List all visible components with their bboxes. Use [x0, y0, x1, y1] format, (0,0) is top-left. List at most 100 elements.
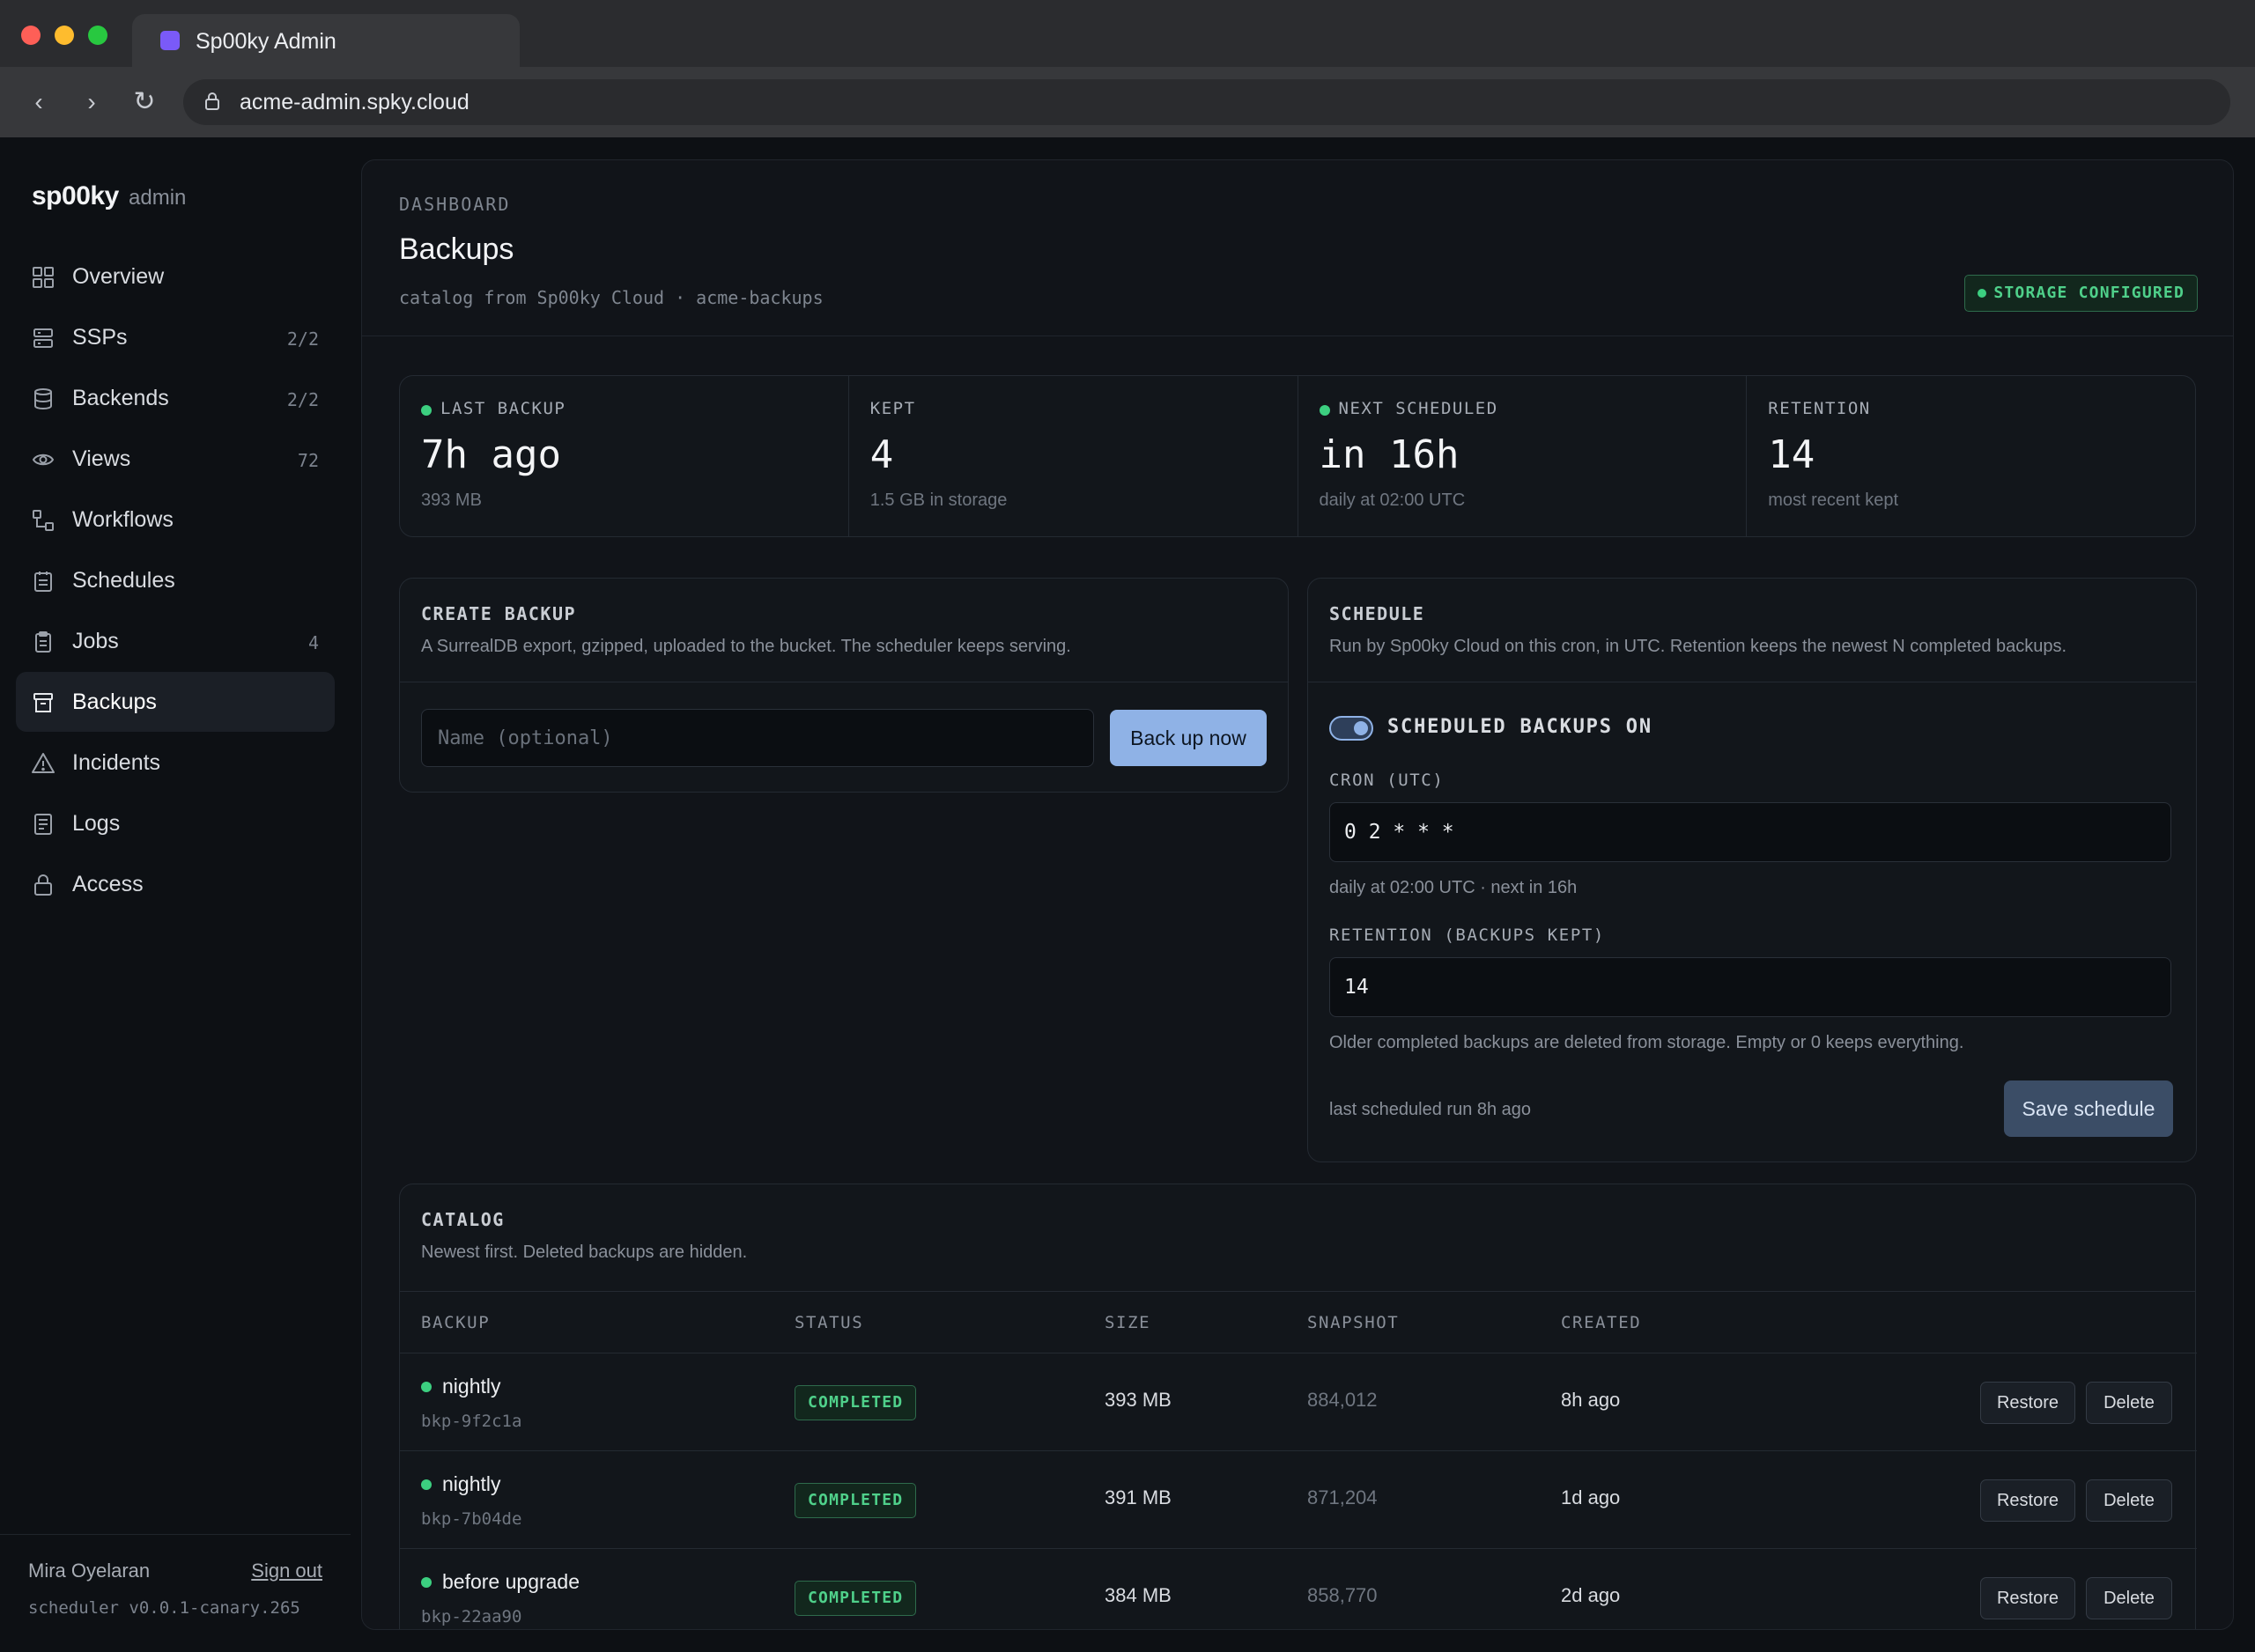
clipboard-icon: [35, 631, 51, 653]
stat-label: NEXT SCHEDULED: [1338, 399, 1498, 418]
backup-id: bkp-7b04de: [421, 1509, 522, 1529]
table-row: nightly bkp-9f2c1a COMPLETED 393 MB 884,…: [400, 1353, 2197, 1451]
favicon-icon: [160, 31, 180, 50]
backup-size: 393 MB: [1105, 1389, 1172, 1411]
cron-label: CRON (UTC): [1329, 771, 1445, 790]
forward-icon[interactable]: ›: [76, 86, 107, 118]
sidebar: sp00ky admin Overview SSPs 2/2 Backends …: [0, 137, 351, 1652]
storage-status-badge: STORAGE CONFIGURED: [1964, 275, 2198, 312]
sidebar-item-workflows[interactable]: Workflows: [16, 490, 335, 549]
document-icon: [34, 814, 52, 835]
stat-next-scheduled: NEXT SCHEDULED in 16h daily at 02:00 UTC: [1298, 376, 1748, 536]
backup-id: bkp-22aa90: [421, 1607, 522, 1626]
backup-name-input[interactable]: [421, 709, 1094, 767]
delete-button[interactable]: Delete: [2086, 1382, 2172, 1424]
column-header-status: STATUS: [795, 1313, 864, 1332]
sidebar-item-logs[interactable]: Logs: [16, 793, 335, 853]
sidebar-item-count: 2/2: [286, 328, 319, 350]
page-header: DASHBOARD Backups catalog from Sp00ky Cl…: [362, 160, 2233, 336]
column-header-snapshot: SNAPSHOT: [1307, 1313, 1400, 1332]
main-panel: DASHBOARD Backups catalog from Sp00ky Cl…: [361, 159, 2234, 1630]
card-title: CATALOG: [421, 1209, 505, 1230]
scheduled-backups-toggle[interactable]: [1329, 716, 1373, 741]
minimize-window-button[interactable]: [55, 26, 74, 45]
sidebar-item-access[interactable]: Access: [16, 854, 335, 914]
status-dot-icon: [1978, 289, 1987, 298]
breadcrumb: DASHBOARD: [399, 194, 511, 215]
reload-icon[interactable]: ↻: [129, 86, 160, 118]
sidebar-item-overview[interactable]: Overview: [16, 247, 335, 306]
delete-button[interactable]: Delete: [2086, 1577, 2172, 1619]
sidebar-item-backends[interactable]: Backends 2/2: [16, 368, 335, 428]
backup-created: 2d ago: [1561, 1584, 1621, 1606]
sidebar-item-label: Logs: [72, 811, 121, 836]
last-run-text: last scheduled run 8h ago: [1329, 1100, 1532, 1119]
sidebar-item-label: Workflows: [72, 507, 174, 532]
delete-button[interactable]: Delete: [2086, 1479, 2172, 1522]
sidebar-item-label: Incidents: [72, 750, 161, 775]
cron-help: daily at 02:00 UTC · next in 16h: [1329, 878, 1578, 897]
database-icon: [34, 388, 52, 410]
sidebar-item-count: 72: [297, 450, 319, 471]
close-window-button[interactable]: [21, 26, 41, 45]
restore-button[interactable]: Restore: [1980, 1577, 2075, 1619]
status-badge: COMPLETED: [795, 1483, 917, 1518]
table-body: nightly bkp-9f2c1a COMPLETED 393 MB 884,…: [400, 1353, 2197, 1629]
status-badge: COMPLETED: [795, 1581, 917, 1616]
address-bar[interactable]: acme-admin.spky.cloud: [183, 79, 2230, 125]
schedule-card: SCHEDULE Run by Sp00ky Cloud on this cro…: [1307, 578, 2197, 1162]
sidebar-item-label: Schedules: [72, 568, 175, 593]
backup-size: 391 MB: [1105, 1486, 1172, 1508]
sidebar-footer: Mira Oyelaran Sign out scheduler v0.0.1-…: [0, 1534, 351, 1652]
sidebar-item-schedules[interactable]: Schedules: [16, 550, 335, 610]
column-header-size: SIZE: [1105, 1313, 1151, 1332]
stat-label: RETENTION: [1768, 399, 1871, 418]
cron-input[interactable]: [1329, 802, 2171, 862]
user-name: Mira Oyelaran: [28, 1560, 151, 1582]
stat-value: 4: [869, 432, 894, 477]
card-header: CATALOG Newest first. Deleted backups ar…: [400, 1184, 2195, 1292]
stat-sub: 393 MB: [421, 490, 482, 510]
sign-out-link[interactable]: Sign out: [251, 1560, 322, 1582]
toggle-label: SCHEDULED BACKUPS ON: [1387, 716, 1652, 738]
retention-input[interactable]: [1329, 957, 2171, 1017]
save-schedule-button[interactable]: Save schedule: [2004, 1080, 2173, 1137]
back-up-now-button[interactable]: Back up now: [1110, 710, 1267, 766]
restore-button[interactable]: Restore: [1980, 1382, 2075, 1424]
sidebar-item-label: SSPs: [72, 325, 128, 350]
sidebar-nav: Overview SSPs 2/2 Backends 2/2 Views 72 …: [16, 247, 335, 915]
maximize-window-button[interactable]: [88, 26, 107, 45]
status-badge: COMPLETED: [795, 1385, 917, 1420]
backup-name: nightly: [442, 1472, 501, 1495]
calendar-icon: [34, 572, 52, 592]
back-icon[interactable]: ‹: [23, 86, 55, 118]
stat-retention: RETENTION 14 most recent kept: [1747, 376, 2195, 536]
backup-snapshot: 871,204: [1307, 1486, 1378, 1508]
stat-label: LAST BACKUP: [440, 399, 566, 418]
sidebar-item-views[interactable]: Views 72: [16, 429, 335, 489]
stats-strip: LAST BACKUP 7h ago 393 MB KEPT 4 1.5 GB …: [399, 375, 2196, 537]
sidebar-item-jobs[interactable]: Jobs 4: [16, 611, 335, 671]
storage-status-text: STORAGE CONFIGURED: [1993, 284, 2185, 302]
retention-help: Older completed backups are deleted from…: [1329, 1033, 1964, 1052]
browser-tab[interactable]: Sp00ky Admin: [132, 14, 520, 67]
create-backup-card: CREATE BACKUP A SurrealDB export, gzippe…: [399, 578, 1289, 793]
restore-button[interactable]: Restore: [1980, 1479, 2075, 1522]
sidebar-item-label: Backends: [72, 386, 169, 410]
table-row: before upgrade bkp-22aa90 COMPLETED 384 …: [400, 1549, 2197, 1629]
grid-icon: [33, 267, 54, 288]
sidebar-item-incidents[interactable]: Incidents: [16, 733, 335, 793]
sidebar-item-backups[interactable]: Backups: [16, 672, 335, 732]
url-text: acme-admin.spky.cloud: [240, 90, 469, 114]
sidebar-item-ssps[interactable]: SSPs 2/2: [16, 307, 335, 367]
status-dot-icon: [1319, 405, 1330, 416]
sidebar-item-label: Jobs: [72, 629, 119, 653]
backup-created: 1d ago: [1561, 1486, 1621, 1508]
page-subtitle: catalog from Sp00ky Cloud · acme-backups: [399, 287, 824, 308]
backup-id: bkp-9f2c1a: [421, 1412, 522, 1431]
workflow-icon: [33, 510, 54, 531]
lock-icon: [205, 92, 219, 110]
stat-sub: daily at 02:00 UTC: [1319, 490, 1466, 510]
backup-size: 384 MB: [1105, 1584, 1172, 1606]
stat-sub: 1.5 GB in storage: [869, 490, 1008, 510]
